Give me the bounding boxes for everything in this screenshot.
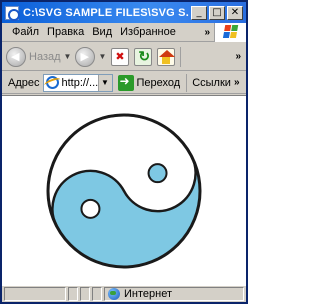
- address-label: Адрес: [8, 76, 40, 89]
- address-dropdown-icon[interactable]: ▼: [97, 74, 112, 91]
- window-title: C:\SVG SAMPLE FILES\SVG S...: [23, 6, 189, 19]
- back-label[interactable]: Назад: [29, 51, 61, 63]
- status-progress-pane: [68, 287, 78, 301]
- address-value[interactable]: http://...: [62, 77, 100, 89]
- toolbar-separator: [180, 46, 182, 67]
- page-content: [2, 95, 246, 285]
- status-text-pane: [4, 287, 66, 301]
- forward-arrow-icon: ▶: [80, 50, 89, 63]
- maximize-button[interactable]: □: [209, 5, 225, 20]
- menu-bar: Файл Правка Вид Избранное »: [2, 23, 246, 42]
- status-misc-pane: [92, 287, 102, 301]
- yin-yang-figure: [46, 113, 202, 269]
- title-bar[interactable]: C:\SVG SAMPLE FILES\SVG S... _ □ ✕: [2, 2, 246, 23]
- address-input[interactable]: http://... ▼: [42, 73, 113, 92]
- back-dropdown-icon[interactable]: ▼: [64, 52, 72, 61]
- links-button[interactable]: Ссылки: [192, 77, 231, 89]
- go-arrow-icon[interactable]: [117, 74, 134, 91]
- zone-label: Интернет: [124, 288, 172, 300]
- forward-button[interactable]: ▶: [75, 46, 96, 67]
- stop-icon[interactable]: [111, 47, 130, 66]
- go-button[interactable]: Переход: [137, 77, 181, 89]
- menu-favorites[interactable]: Избранное: [116, 26, 180, 38]
- menu-overflow-chevron[interactable]: »: [204, 27, 210, 38]
- minimize-button[interactable]: _: [191, 5, 207, 20]
- internet-zone-icon: [108, 288, 120, 300]
- refresh-icon[interactable]: [134, 47, 153, 66]
- back-button[interactable]: ◀: [6, 46, 26, 67]
- windows-logo-icon: [214, 23, 246, 42]
- address-separator: [186, 73, 188, 92]
- yin-yang-left-dot: [80, 198, 101, 219]
- svg-document-icon: [5, 5, 20, 21]
- menu-file[interactable]: Файл: [8, 26, 43, 38]
- address-bar: Адрес http://... ▼ Переход Ссылки »: [2, 72, 246, 94]
- forward-dropdown-icon[interactable]: ▼: [98, 52, 106, 61]
- close-button[interactable]: ✕: [227, 5, 243, 20]
- yin-yang-symbol: [46, 113, 202, 269]
- browser-window: C:\SVG SAMPLE FILES\SVG S... _ □ ✕ Файл …: [0, 0, 248, 304]
- status-lock-pane: [80, 287, 90, 301]
- menu-edit[interactable]: Правка: [43, 26, 88, 38]
- security-zone-pane: Интернет: [104, 287, 244, 301]
- status-bar: Интернет: [2, 285, 246, 302]
- menu-view[interactable]: Вид: [88, 26, 116, 38]
- ie-page-icon: [45, 76, 59, 89]
- links-overflow-chevron[interactable]: »: [234, 77, 240, 88]
- yin-yang-right-dot: [147, 163, 168, 184]
- back-arrow-icon: ◀: [11, 50, 20, 63]
- standard-toolbar: ◀ Назад ▼ ▶ ▼ »: [2, 43, 246, 71]
- home-icon[interactable]: [157, 47, 176, 66]
- toolbar-overflow-chevron[interactable]: »: [235, 51, 241, 62]
